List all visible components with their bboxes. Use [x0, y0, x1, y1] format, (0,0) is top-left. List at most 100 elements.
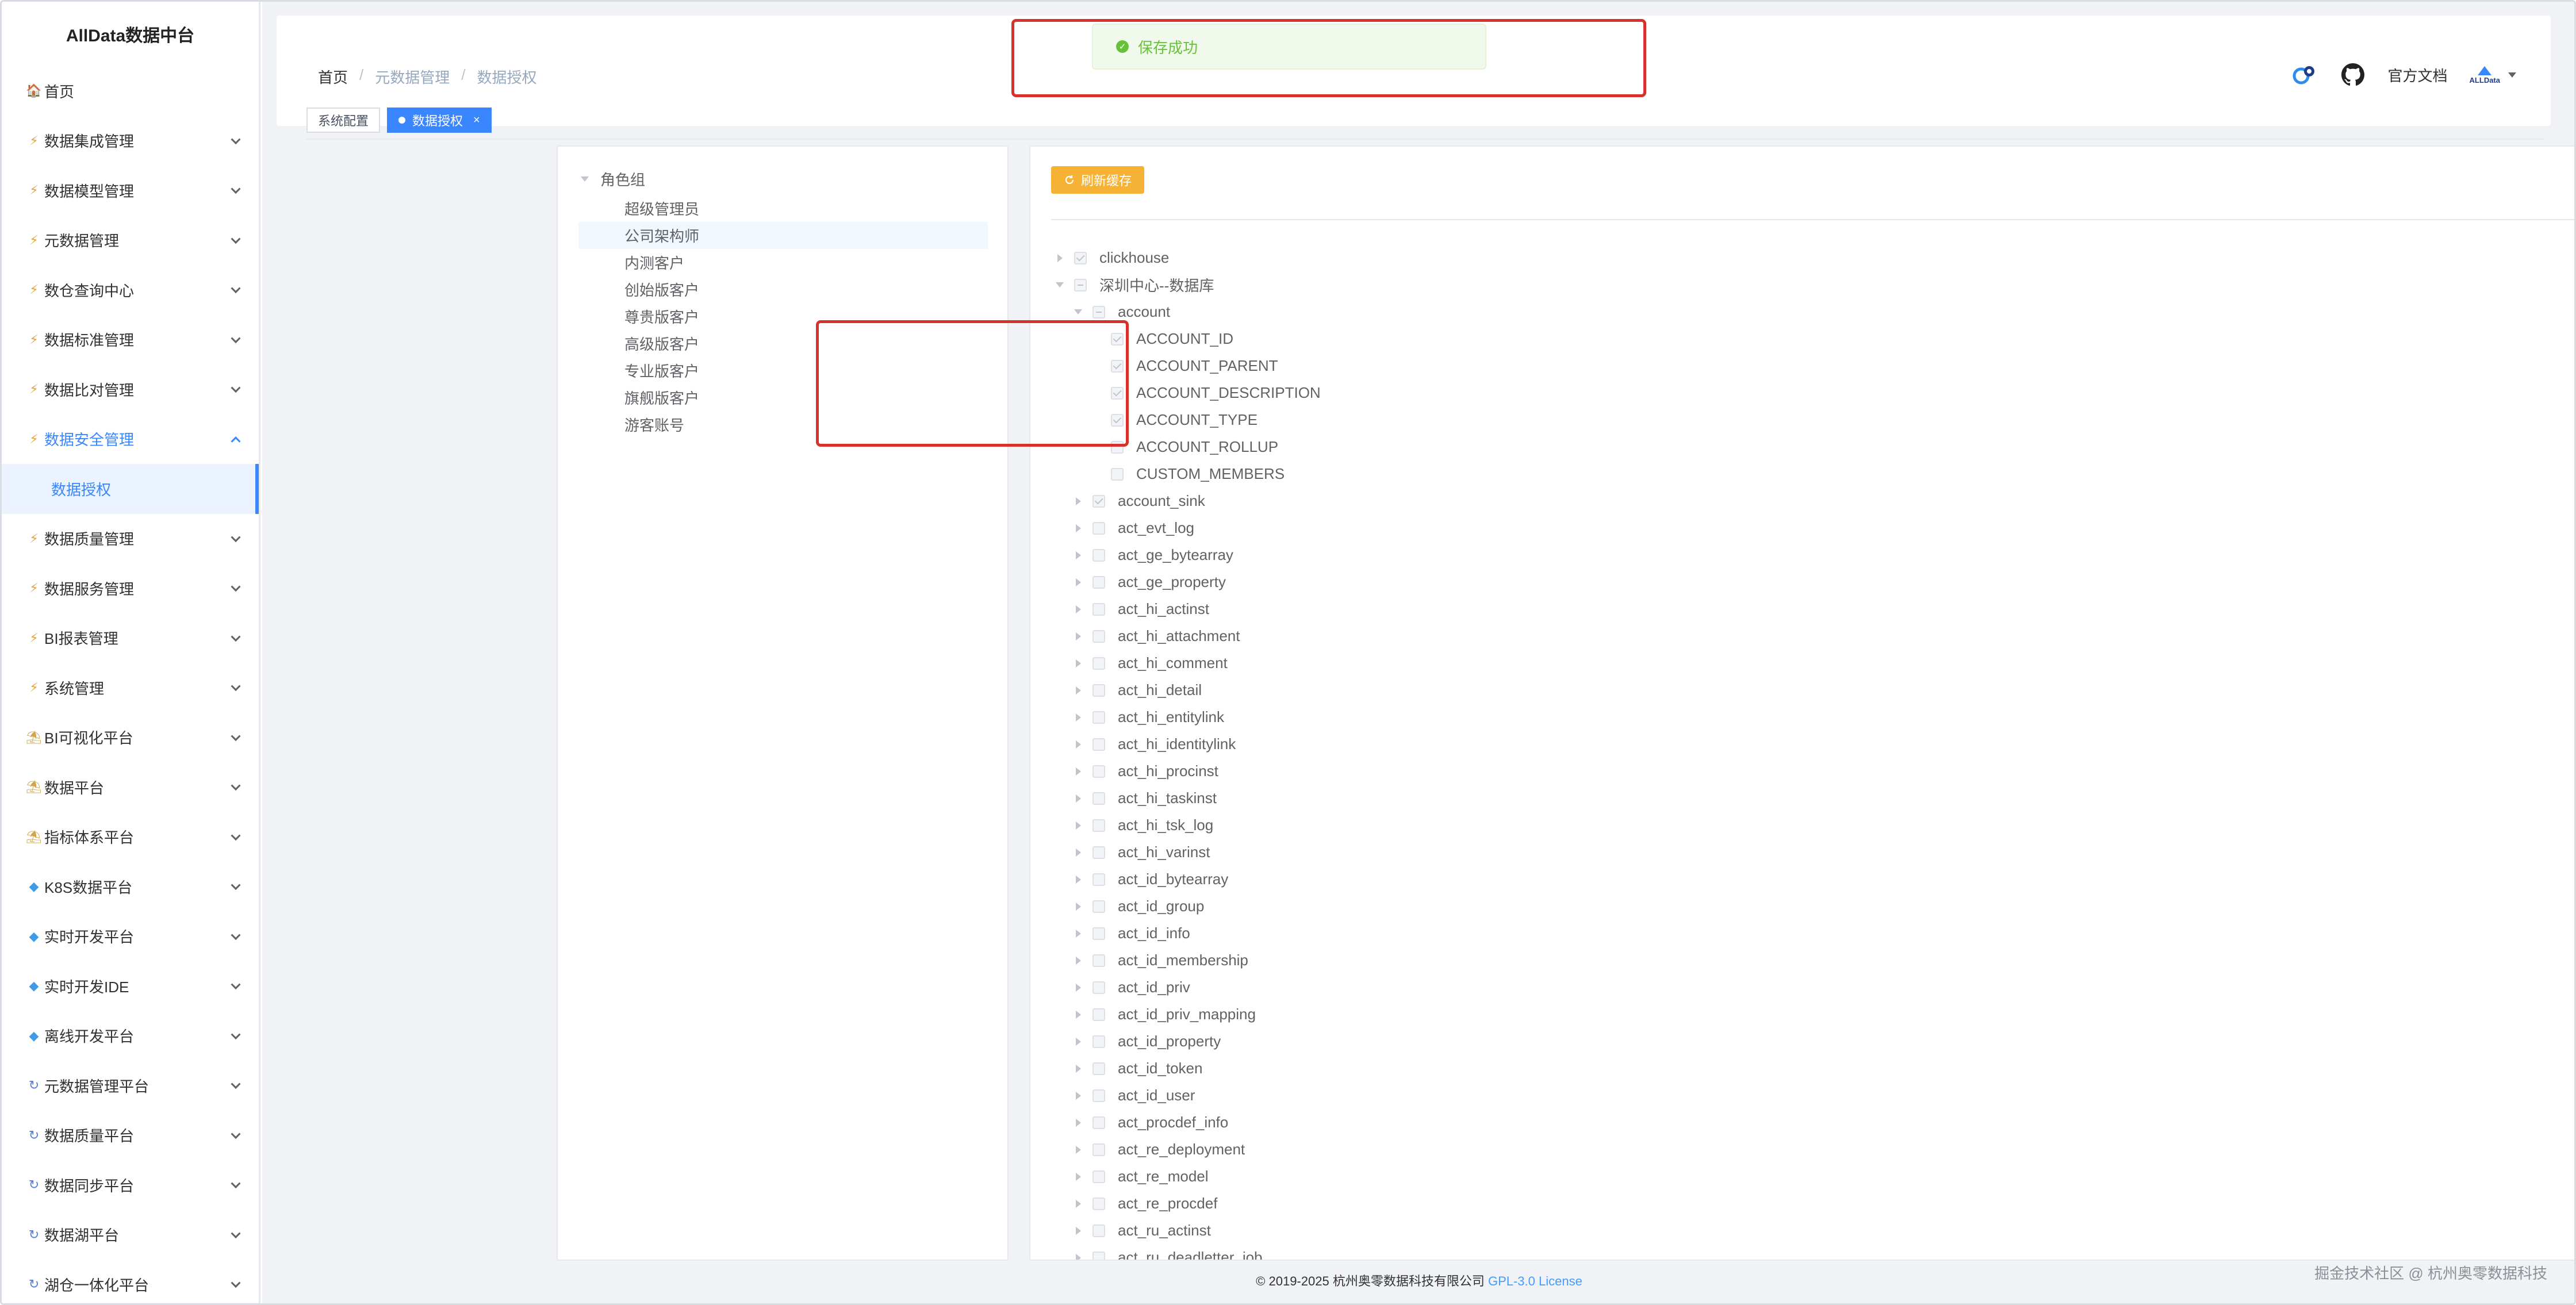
role-group-root[interactable]: 角色组	[581, 168, 645, 190]
sidebar-item[interactable]: ⚡ 数据标准管理	[2, 315, 259, 365]
tree-node[interactable]: act_id_property	[1051, 1028, 2574, 1055]
role-item[interactable]: 创始版客户	[578, 276, 988, 303]
caret-right-icon[interactable]	[1070, 929, 1087, 938]
tree-checkbox[interactable]	[1092, 630, 1105, 643]
caret-down-icon[interactable]	[1070, 309, 1087, 314]
sidebar-item[interactable]: ◆ K8S数据平台	[2, 862, 259, 912]
tree-checkbox[interactable]	[1092, 711, 1105, 724]
tree-node[interactable]: ACCOUNT_TYPE	[1051, 406, 2574, 433]
tag-system-config[interactable]: 系统配置	[306, 108, 381, 133]
tree-checkbox[interactable]	[1092, 305, 1105, 318]
tree-node[interactable]: act_ru_deadletter_job	[1051, 1244, 2574, 1260]
close-icon[interactable]: ×	[473, 114, 480, 127]
sidebar-item[interactable]: ⚡ 数据集成管理	[2, 116, 259, 166]
tree-checkbox[interactable]	[1092, 1143, 1105, 1156]
tree-node[interactable]: act_id_bytearray	[1051, 866, 2574, 893]
sidebar-item[interactable]: ↻ 数据同步平台	[2, 1160, 259, 1210]
caret-down-icon[interactable]	[2508, 72, 2516, 78]
sidebar-item[interactable]: ⚡ BI报表管理	[2, 613, 259, 663]
tree-checkbox[interactable]	[1092, 684, 1105, 697]
caret-right-icon[interactable]	[1070, 686, 1087, 694]
tree-checkbox[interactable]	[1074, 278, 1087, 291]
caret-right-icon[interactable]	[1070, 956, 1087, 965]
caret-right-icon[interactable]	[1070, 902, 1087, 911]
tree-node[interactable]: ACCOUNT_ID	[1051, 325, 2574, 352]
sidebar-item[interactable]: ⚡ 数据质量管理	[2, 514, 259, 564]
caret-right-icon[interactable]	[1070, 1118, 1087, 1127]
tree-checkbox[interactable]	[1092, 738, 1105, 751]
caret-right-icon[interactable]	[1070, 740, 1087, 749]
tree-node[interactable]: account_sink	[1051, 488, 2574, 515]
tree-node[interactable]: act_hi_attachment	[1051, 623, 2574, 650]
caret-right-icon[interactable]	[1070, 767, 1087, 776]
tree-node[interactable]: act_id_token	[1051, 1055, 2574, 1082]
tree-node[interactable]: clickhouse	[1051, 244, 2574, 271]
sidebar-item[interactable]: ⚡ 数据安全管理	[2, 414, 259, 465]
tree-checkbox[interactable]	[1092, 602, 1105, 616]
sidebar-item[interactable]: ⛱ 指标体系平台	[2, 812, 259, 862]
tree-node[interactable]: act_hi_varinst	[1051, 839, 2574, 866]
sidebar-item[interactable]: ↻ 数据湖平台	[2, 1210, 259, 1260]
caret-right-icon[interactable]	[1051, 254, 1068, 262]
github-icon[interactable]	[2340, 62, 2366, 88]
caret-right-icon[interactable]	[1070, 1010, 1087, 1019]
tree-node[interactable]: act_id_info	[1051, 920, 2574, 947]
sidebar-item[interactable]: ↻ 湖仓一体化平台	[2, 1260, 259, 1303]
role-item[interactable]: 公司架构师	[578, 222, 988, 249]
caret-right-icon[interactable]	[1070, 659, 1087, 667]
caret-right-icon[interactable]	[1070, 1226, 1087, 1235]
tree-node[interactable]: act_ge_property	[1051, 569, 2574, 596]
sidebar-item[interactable]: ↻ 元数据管理平台	[2, 1061, 259, 1111]
tree-node[interactable]: act_hi_taskinst	[1051, 785, 2574, 812]
tree-node[interactable]: act_hi_identitylink	[1051, 731, 2574, 758]
sidebar-subitem-data-auth[interactable]: 数据授权	[2, 464, 259, 514]
tree-node[interactable]: act_evt_log	[1051, 515, 2574, 542]
tree-checkbox[interactable]	[1092, 1224, 1105, 1237]
tree-node[interactable]: CUSTOM_MEMBERS	[1051, 460, 2574, 488]
tree-node[interactable]: act_hi_detail	[1051, 677, 2574, 704]
caret-right-icon[interactable]	[1070, 848, 1087, 857]
caret-right-icon[interactable]	[1070, 983, 1087, 992]
tree-checkbox[interactable]	[1092, 575, 1105, 589]
tree-checkbox[interactable]	[1092, 1170, 1105, 1183]
tree-checkbox[interactable]	[1111, 467, 1124, 481]
sidebar-item[interactable]: ⚡ 元数据管理	[2, 216, 259, 266]
sidebar-item[interactable]: ⚡ 数据比对管理	[2, 364, 259, 414]
tree-node[interactable]: act_id_priv_mapping	[1051, 1001, 2574, 1028]
tree-node[interactable]: act_id_membership	[1051, 947, 2574, 974]
tree-node[interactable]: 深圳中心--数据库	[1051, 271, 2574, 298]
sidebar-item[interactable]: ↻ 数据质量平台	[2, 1111, 259, 1161]
open-source-icon[interactable]	[2291, 62, 2318, 88]
tag-data-auth[interactable]: 数据授权 ×	[387, 108, 492, 133]
sidebar-item[interactable]: ⚡ 系统管理	[2, 663, 259, 713]
tree-node[interactable]: ACCOUNT_ROLLUP	[1051, 433, 2574, 460]
tree-node[interactable]: act_hi_actinst	[1051, 596, 2574, 623]
caret-down-icon[interactable]	[1051, 282, 1068, 287]
sidebar-item[interactable]: ◆ 离线开发平台	[2, 1011, 259, 1061]
tree-node[interactable]: act_hi_procinst	[1051, 758, 2574, 785]
tree-node[interactable]: act_re_deployment	[1051, 1136, 2574, 1163]
caret-right-icon[interactable]	[1070, 713, 1087, 721]
tree-checkbox[interactable]	[1092, 927, 1105, 940]
caret-right-icon[interactable]	[1070, 1172, 1087, 1181]
tree-node[interactable]: act_hi_comment	[1051, 650, 2574, 677]
tree-checkbox[interactable]	[1092, 494, 1105, 508]
caret-right-icon[interactable]	[1070, 1037, 1087, 1046]
caret-right-icon[interactable]	[1070, 551, 1087, 559]
docs-link[interactable]: 官方文档	[2388, 64, 2448, 86]
caret-right-icon[interactable]	[1070, 875, 1087, 884]
caret-right-icon[interactable]	[1070, 524, 1087, 532]
tree-checkbox[interactable]	[1092, 846, 1105, 859]
license-link[interactable]: GPL-3.0 License	[1488, 1274, 1582, 1288]
caret-right-icon[interactable]	[1070, 1091, 1087, 1100]
tree-checkbox[interactable]	[1092, 1089, 1105, 1102]
caret-right-icon[interactable]	[1070, 794, 1087, 803]
sidebar-item[interactable]: ⚡ 数仓查询中心	[2, 265, 259, 315]
tree-node[interactable]: act_id_group	[1051, 893, 2574, 920]
tree-node[interactable]: act_ge_bytearray	[1051, 542, 2574, 569]
sidebar-item[interactable]: 🏠 首页	[2, 66, 259, 116]
caret-right-icon[interactable]	[1070, 497, 1087, 505]
tree-checkbox[interactable]	[1092, 1251, 1105, 1260]
tree-checkbox[interactable]	[1092, 819, 1105, 832]
tree-node[interactable]: ACCOUNT_DESCRIPTION	[1051, 379, 2574, 406]
